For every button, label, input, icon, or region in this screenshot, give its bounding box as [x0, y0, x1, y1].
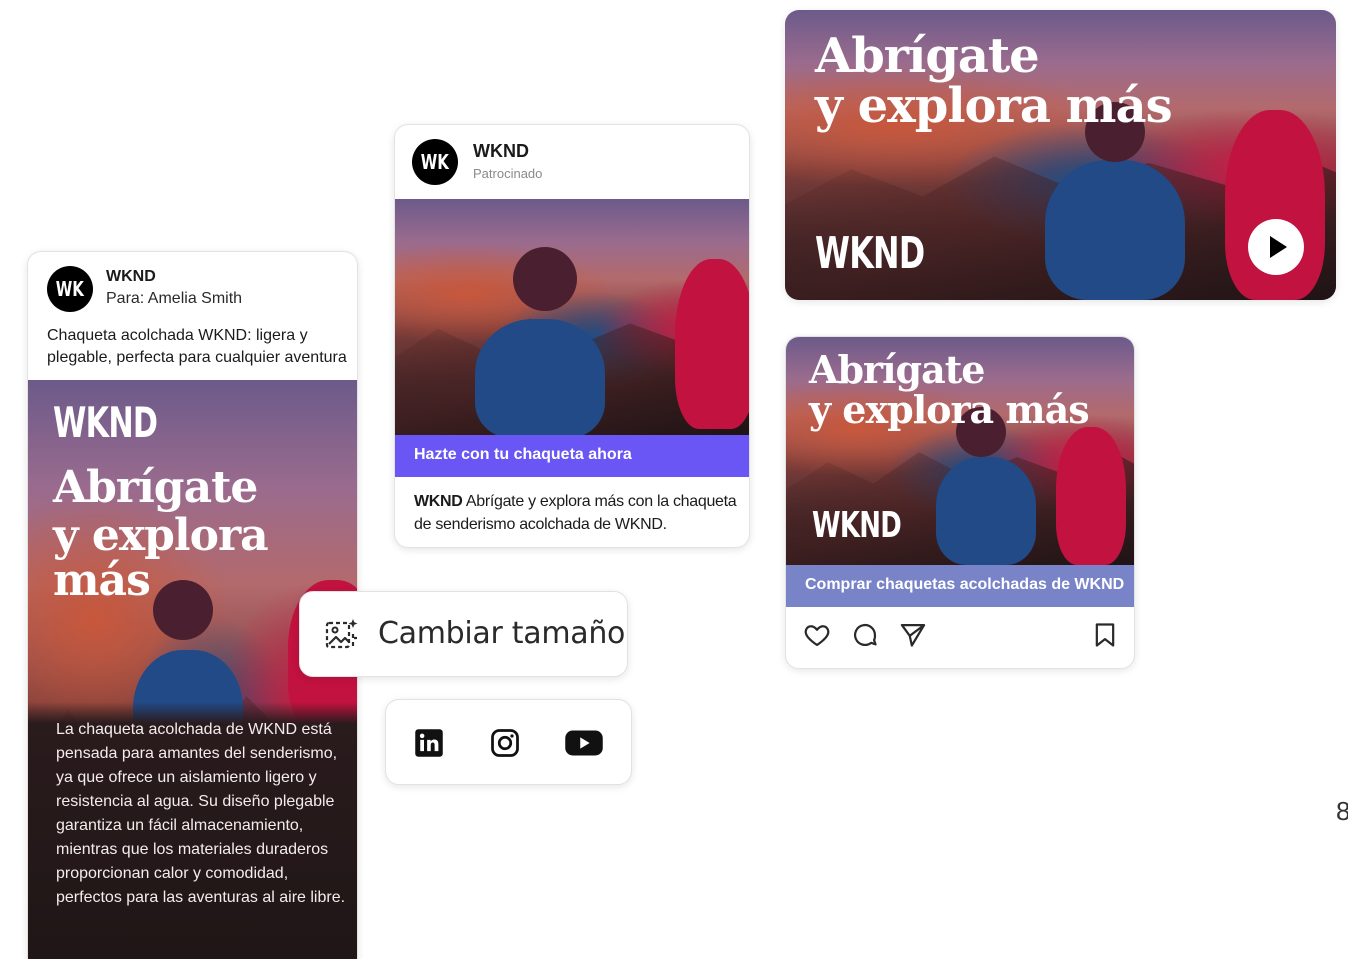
linkedin-icon[interactable] [414, 728, 444, 758]
caption-brand: WKND [414, 493, 463, 510]
youtube-icon[interactable] [564, 728, 604, 758]
headline-line-2: y explora más [809, 387, 1090, 432]
shop-cta-button[interactable]: Comprar chaquetas acolchadas de WKND [786, 565, 1134, 607]
recipient-line: Para: Amelia Smith [106, 290, 243, 307]
brand-avatar: WK [412, 139, 458, 185]
headline-line-1: Abrígate [815, 28, 1040, 84]
cta-button[interactable]: Hazte con tu chaqueta ahora [395, 435, 749, 477]
brand-avatar: WK [47, 266, 93, 312]
headline-line-1: Abrígate [809, 347, 985, 392]
brand-logo: WKND [53, 398, 158, 447]
sponsored-post-card[interactable]: WK WKND Patrocinado Hazte con tu chaquet… [394, 124, 750, 548]
resize-label: Cambiar tamaño [378, 616, 626, 651]
caption-text: Abrígate y explora más con la chaqueta d… [414, 493, 737, 533]
play-icon[interactable] [1248, 219, 1304, 275]
instagram-icon[interactable] [490, 728, 520, 758]
post-image [395, 199, 749, 435]
video-ad-card[interactable]: Abrígate y explora más WKND [785, 10, 1336, 300]
partial-page-number: 8 [1336, 796, 1348, 826]
brand-logo: WKND [815, 228, 925, 279]
sender-name: WKND [106, 268, 156, 285]
post-caption: WKND Abrígate y explora más con la chaqu… [414, 490, 744, 536]
heart-icon[interactable] [802, 621, 832, 649]
headline-line-2: y explora más [815, 78, 1173, 134]
brand-logo: WKND [812, 505, 902, 546]
headline-line-1: Abrígate [53, 462, 258, 513]
send-icon[interactable] [898, 621, 928, 649]
account-name: WKND [473, 141, 529, 161]
email-body-text: La chaqueta acolchada de WKND está pensa… [56, 721, 346, 906]
resize-image-icon [325, 619, 358, 649]
comment-icon[interactable] [850, 621, 880, 649]
sponsored-label: Patrocinado [473, 166, 543, 181]
social-channels-panel [385, 699, 632, 785]
instagram-post-card[interactable]: Abrígate y explora más WKND Comprar chaq… [785, 336, 1135, 669]
bookmark-icon[interactable] [1091, 621, 1119, 649]
email-subject: Chaqueta acolchada WKND: ligera y plegab… [47, 327, 347, 366]
resize-button[interactable]: Cambiar tamaño [299, 591, 628, 677]
